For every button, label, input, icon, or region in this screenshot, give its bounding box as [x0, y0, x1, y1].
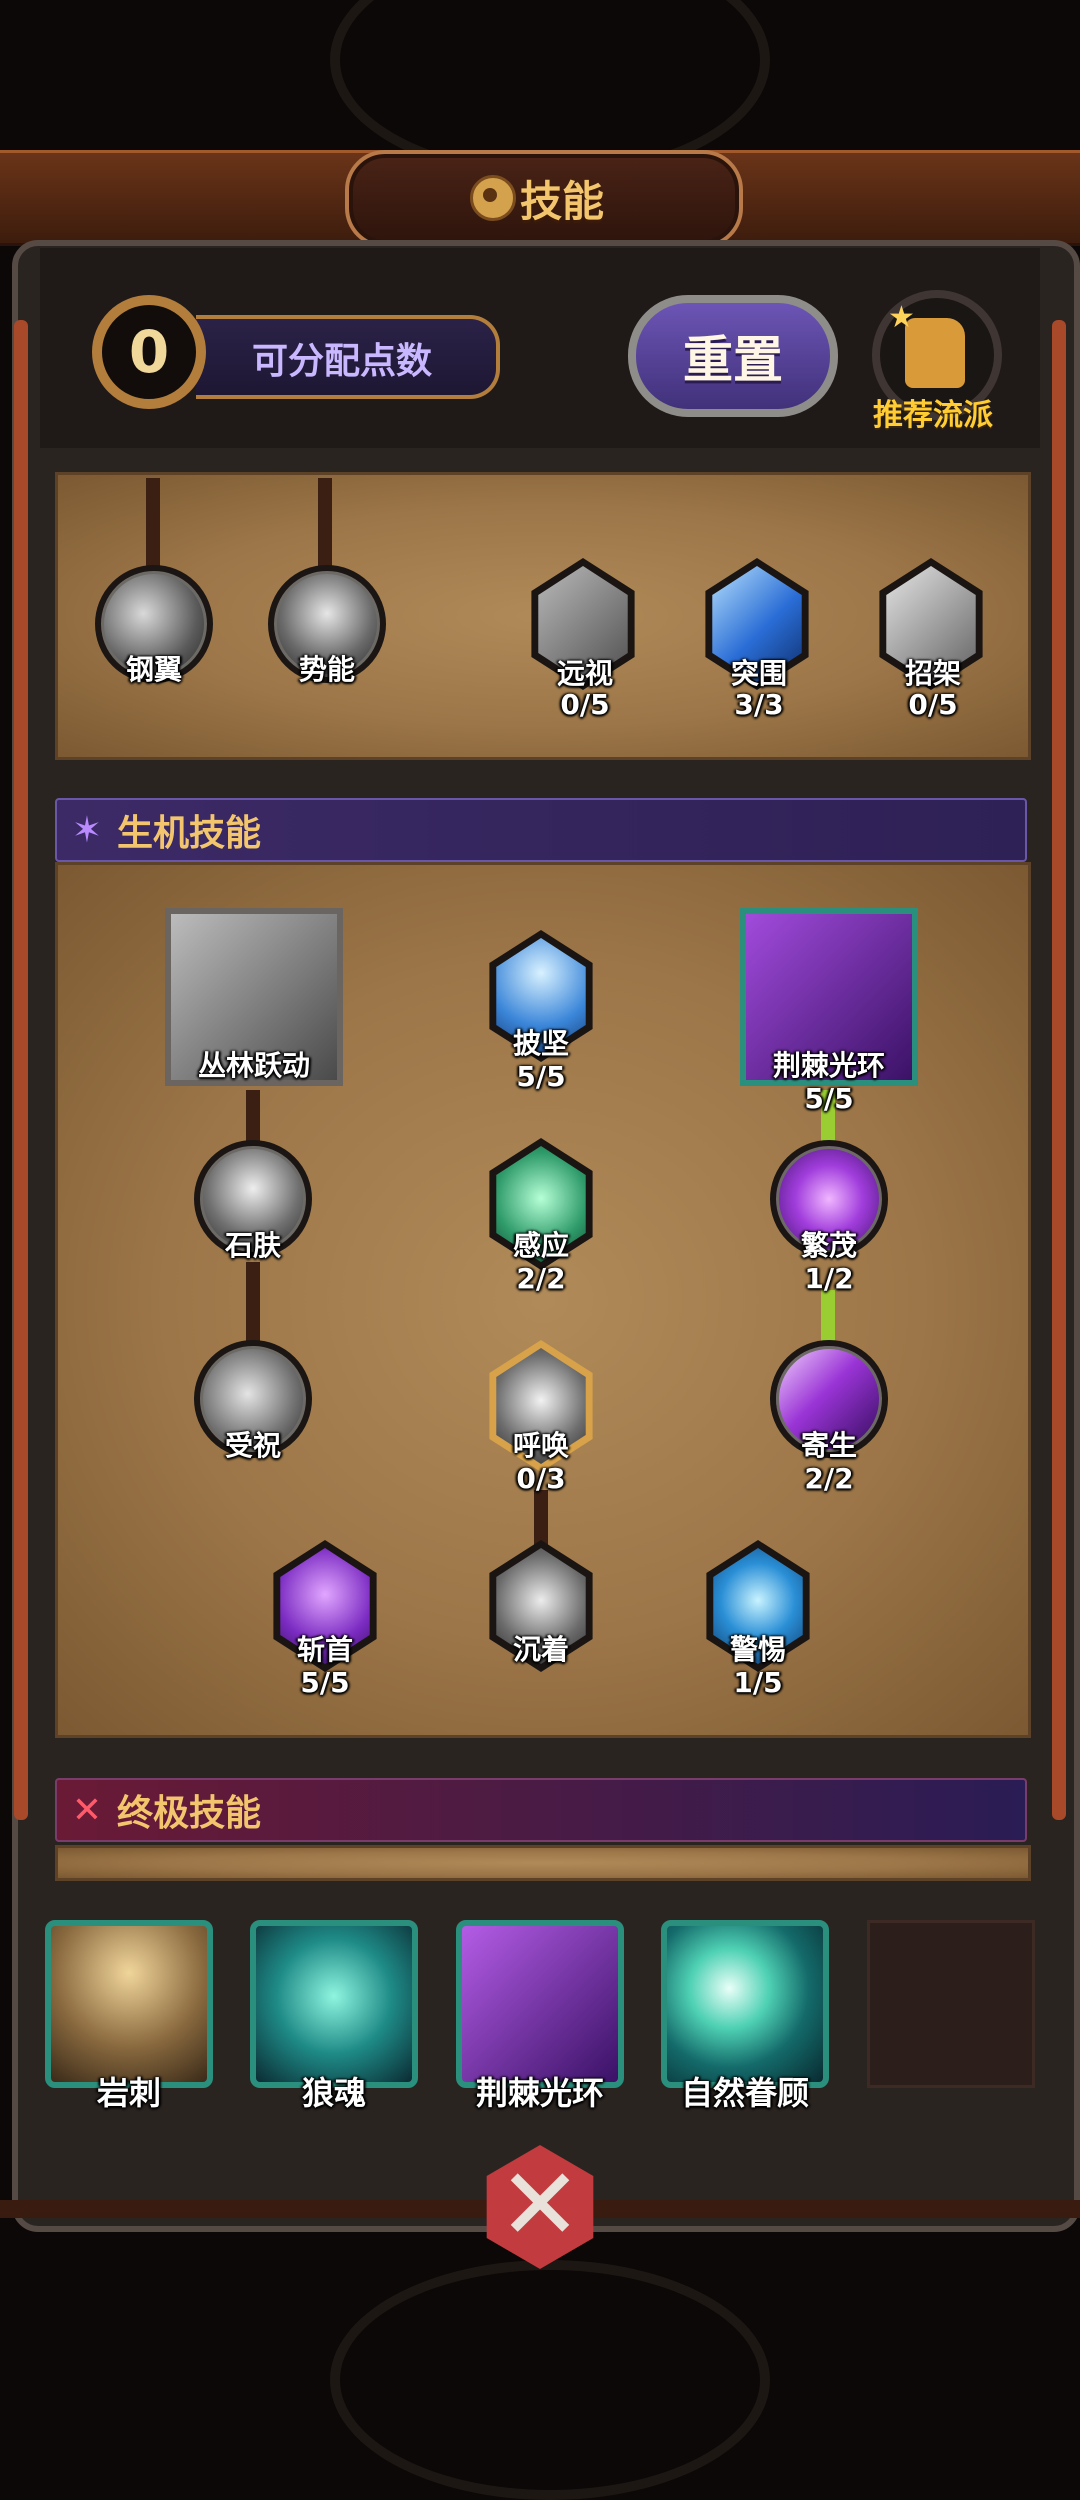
ultimate-slot-nature[interactable]: [661, 1920, 829, 2088]
skill-summon-label: 呼唤: [512, 1429, 569, 1462]
skill-yuanshi-label: 远视: [556, 657, 613, 690]
skill-connector: [318, 478, 332, 568]
life-skills-title: 生机技能: [117, 813, 262, 854]
skill-jungle-label: 丛林跃动: [197, 1049, 310, 1082]
life-skills-header: ✶ 生机技能: [55, 798, 1027, 862]
ultimate-slot-empty[interactable]: [867, 1920, 1035, 2088]
skill-zhaojia-count: 0/5: [908, 688, 958, 721]
skill-alert-label: 警惕: [729, 1633, 786, 1666]
skill-sense-label: 感应: [512, 1229, 569, 1262]
recommend-build-label[interactable]: 推荐流派: [873, 390, 993, 434]
skill-behead-count: 5/5: [300, 1666, 350, 1699]
skill-connector: [246, 1262, 260, 1342]
skill-lush-label: 繁茂: [800, 1229, 857, 1262]
points-label: 可分配点数: [252, 341, 433, 382]
skill-stone-label: 石肤: [224, 1229, 281, 1262]
skill-tuwei-label: 突围: [730, 657, 787, 690]
skill-parasite-count: 2/2: [804, 1462, 854, 1495]
ultimate-slot-rock[interactable]: [45, 1920, 213, 2088]
ultimate-slot-label: 自然眷顾: [680, 2074, 809, 2112]
skill-calm-label: 沉着: [512, 1633, 569, 1666]
ultimate-skills-header: ✕ 终极技能: [55, 1778, 1027, 1842]
ultimate-skills-title: 终极技能: [117, 1793, 262, 1834]
skill-gangyi-label: 钢翼: [125, 653, 182, 686]
purple-star-icon: ✶: [71, 809, 103, 851]
frame-rail-left: [14, 320, 28, 1820]
skill-behead-label: 斩首: [296, 1633, 353, 1666]
skill-connector-active: [821, 1290, 835, 1344]
ultimate-skill-panel: [55, 1845, 1031, 1881]
bottom-ornament: [330, 2260, 770, 2500]
skill-lush-count: 1/2: [804, 1262, 854, 1295]
skill-tuwei-count: 3/3: [734, 688, 784, 721]
points-counter: 0: [92, 295, 206, 409]
skill-sense-count: 2/2: [516, 1262, 566, 1295]
skill-bless-label: 受祝: [224, 1429, 281, 1462]
skill-pijian-count: 5/5: [516, 1060, 566, 1093]
star-icon: ★: [888, 300, 915, 335]
crossed-swords-icon: ✕: [71, 1789, 103, 1831]
ultimate-slot-label: 岩刺: [96, 2074, 161, 2112]
skill-pijian-label: 披坚: [512, 1027, 569, 1060]
skill-parasite-label: 寄生: [800, 1429, 857, 1462]
ultimate-slot-wolf[interactable]: [250, 1920, 418, 2088]
ultimate-slot-thorn[interactable]: [456, 1920, 624, 2088]
skill-summon-count: 0/3: [516, 1462, 566, 1495]
gear-wheel-icon: [470, 175, 516, 221]
page-title: 技能: [520, 177, 605, 226]
skill-connector: [146, 478, 160, 568]
skill-thorn-count: 5/5: [804, 1082, 854, 1115]
ultimate-slot-label: 狼魂: [301, 2074, 366, 2112]
frame-rail-right: [1052, 320, 1066, 1820]
reset-button[interactable]: 重置: [628, 295, 838, 417]
skill-thorn-label: 荆棘光环: [772, 1049, 885, 1082]
close-icon[interactable]: ✕: [494, 2150, 586, 2260]
skill-yuanshi-count: 0/5: [560, 688, 610, 721]
skill-shineng-label: 势能: [298, 653, 355, 686]
skill-zhaojia-label: 招架: [904, 657, 961, 690]
skill-alert-count: 1/5: [733, 1666, 783, 1699]
ultimate-slot-label: 荆棘光环: [475, 2074, 604, 2112]
